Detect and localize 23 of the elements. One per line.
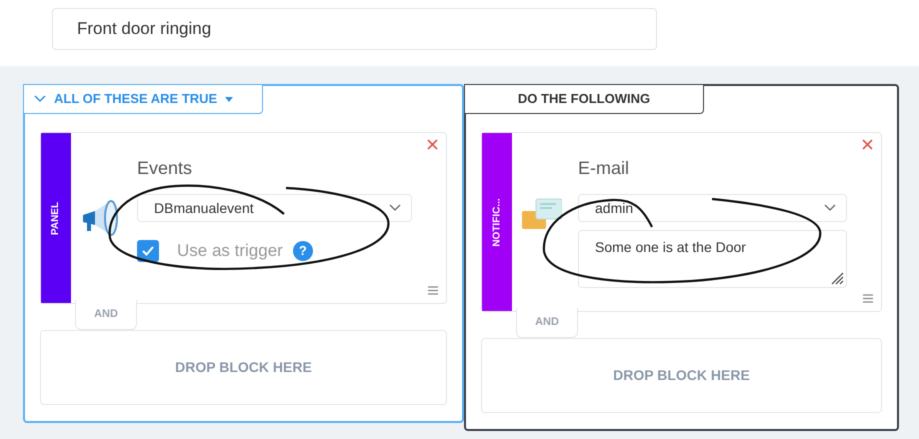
resize-handle-icon[interactable] bbox=[830, 271, 844, 285]
drag-handle-icon[interactable] bbox=[863, 294, 873, 303]
checkbox-label: Use as trigger bbox=[177, 240, 283, 262]
caret-icon bbox=[225, 96, 234, 102]
section-tab[interactable]: DO THE FOLLOWING bbox=[464, 84, 704, 114]
checkbox[interactable] bbox=[137, 240, 159, 262]
close-icon[interactable] bbox=[862, 139, 873, 150]
block-title: E-mail bbox=[578, 157, 630, 180]
dropdown[interactable]: DBmanualevent bbox=[137, 194, 412, 222]
dropdown[interactable]: admin bbox=[578, 194, 847, 222]
message-field[interactable]: Some one is at the Door bbox=[578, 230, 847, 288]
checkmark-icon bbox=[141, 244, 155, 257]
chevron-down-icon bbox=[34, 95, 46, 103]
chevron-down-icon bbox=[389, 204, 401, 212]
close-icon[interactable] bbox=[427, 139, 438, 150]
drag-handle-icon[interactable] bbox=[428, 286, 438, 295]
connector-label: AND bbox=[75, 300, 137, 330]
block-title: Events bbox=[137, 157, 194, 180]
connector-label: AND bbox=[516, 308, 578, 338]
title-field[interactable]: Front door ringing bbox=[52, 8, 657, 50]
category-label: PANEL bbox=[50, 201, 62, 235]
chevron-down-icon bbox=[824, 204, 836, 212]
category-label: NOTIFIC... bbox=[490, 198, 504, 246]
